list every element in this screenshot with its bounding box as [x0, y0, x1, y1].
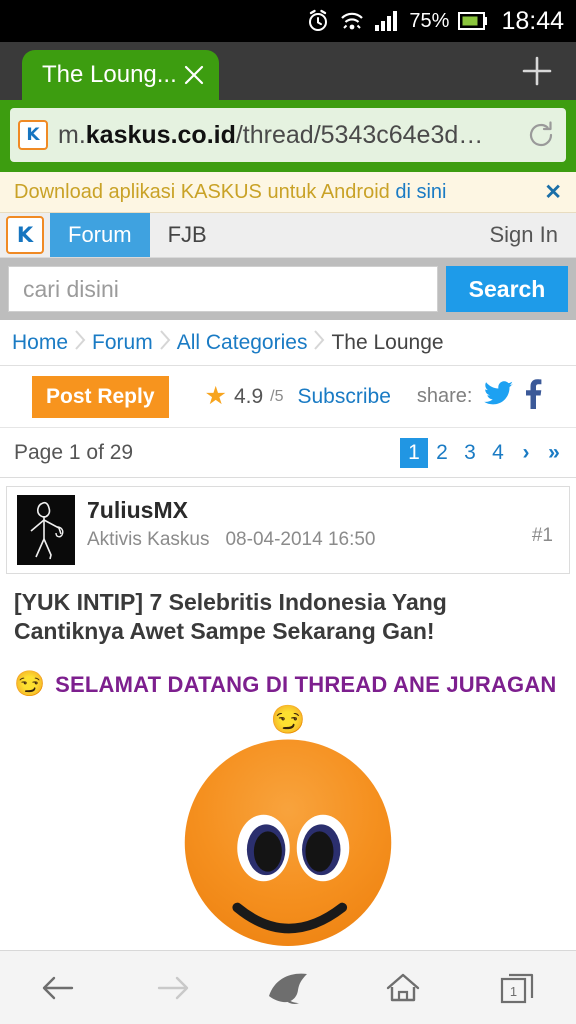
close-icon[interactable]: ✕	[544, 180, 562, 205]
rating-max: /5	[270, 387, 284, 405]
next-page-icon[interactable]: ›	[512, 438, 540, 468]
smirk-emoji-icon: 😏	[270, 703, 306, 735]
url-bar[interactable]: K m.kaskus.co.id/thread/5343c64e3d…	[10, 108, 566, 162]
clock-label: 18:44	[501, 6, 564, 35]
post-reply-button[interactable]: Post Reply	[32, 375, 169, 418]
search-row: cari disini Search	[0, 258, 576, 320]
svg-text:1: 1	[510, 984, 517, 999]
app-banner-link[interactable]: di sini	[395, 181, 446, 203]
share-icons	[484, 379, 542, 414]
chevron-right-icon	[159, 329, 171, 357]
reload-icon[interactable]	[526, 120, 556, 150]
breadcrumb-item-forum[interactable]: Forum	[92, 331, 153, 355]
app-banner-prefix: Download aplikasi KASKUS untuk Android	[14, 180, 396, 203]
url-bar-container: K m.kaskus.co.id/thread/5343c64e3d…	[0, 100, 576, 172]
post-number: #1	[531, 525, 553, 546]
breadcrumb-item-home[interactable]: Home	[12, 331, 68, 355]
thread-title: [YUK INTIP] 7 Selebritis Indonesia Yang …	[14, 589, 447, 644]
welcome-line: 😏 SELAMAT DATANG DI THREAD ANE JURAGAN	[14, 672, 562, 698]
pagination: 1 2 3 4 › »	[400, 437, 568, 468]
page-link-1[interactable]: 1	[400, 437, 428, 468]
search-button[interactable]: Search	[446, 266, 568, 312]
breadcrumb-item-the-lounge: The Lounge	[331, 330, 444, 354]
rating-value: 4.9	[233, 384, 264, 408]
post-card: 7uliusMX Aktivis Kaskus 08-04-2014 16:50…	[6, 486, 570, 574]
facebook-icon[interactable]	[524, 379, 542, 414]
chevron-right-icon	[74, 329, 86, 357]
post-rank: Aktivis Kaskus	[87, 529, 210, 550]
chevron-right-icon	[313, 329, 325, 357]
close-icon[interactable]	[183, 64, 205, 86]
smirk-emoji-icon: 😏	[14, 670, 46, 698]
dolphin-icon[interactable]	[258, 963, 318, 1013]
post-timestamp: 08-04-2014 16:50	[225, 529, 376, 550]
poster-info: 7uliusMX Aktivis Kaskus 08-04-2014 16:50	[87, 495, 532, 551]
thread-action-row: Post Reply ★ 4.9 /5 Subscribe share:	[0, 366, 576, 428]
page-link-4[interactable]: 4	[484, 438, 512, 468]
app-banner-text: Download aplikasi KASKUS untuk Android d…	[14, 181, 446, 204]
url-prefix: m.	[58, 120, 86, 149]
screen: 75% 18:44 The Loung... K m.kaskus.co.id/…	[0, 0, 576, 1024]
site-nav: K Forum FJB Sign In	[0, 213, 576, 258]
nav-item-fjb[interactable]: FJB	[150, 213, 225, 257]
android-status-bar: 75% 18:44	[0, 0, 576, 42]
thread-rating: ★ 4.9 /5	[205, 384, 284, 409]
post-username[interactable]: 7uliusMX	[87, 497, 188, 523]
post-body: [YUK INTIP] 7 Selebritis Indonesia Yang …	[0, 574, 576, 946]
page-link-2[interactable]: 2	[428, 438, 456, 468]
browser-tab[interactable]: The Loung...	[22, 50, 219, 100]
pagination-row: Page 1 of 29 1 2 3 4 › »	[0, 428, 576, 478]
battery-icon	[458, 11, 488, 31]
twitter-icon[interactable]	[484, 381, 514, 412]
last-page-icon[interactable]: »	[540, 438, 568, 468]
url-host: kaskus.co.id	[85, 120, 236, 149]
big-smiley-image: 😏	[14, 703, 562, 946]
kaskus-favicon-icon: K	[18, 120, 48, 150]
battery-percent-label: 75%	[409, 9, 450, 32]
tabs-icon[interactable]: 1	[488, 963, 548, 1013]
browser-tab-strip: The Loung...	[0, 42, 576, 100]
url-text[interactable]: m.kaskus.co.id/thread/5343c64e3d…	[58, 121, 516, 150]
back-icon[interactable]	[28, 963, 88, 1013]
web-page: Download aplikasi KASKUS untuk Android d…	[0, 172, 576, 946]
url-path: /thread/5343c64e3d…	[235, 120, 484, 149]
avatar[interactable]	[17, 495, 75, 565]
wifi-icon	[339, 10, 365, 32]
orange-smiley-face-icon	[184, 739, 392, 946]
forward-icon	[143, 963, 203, 1013]
nav-item-forum[interactable]: Forum	[50, 213, 150, 257]
search-input[interactable]: cari disini	[8, 266, 438, 312]
subscribe-link[interactable]: Subscribe	[298, 385, 391, 409]
alarm-icon	[306, 9, 330, 33]
sign-in-link[interactable]: Sign In	[472, 213, 576, 257]
star-icon: ★	[204, 382, 227, 410]
browser-tab-title: The Loung...	[42, 61, 177, 88]
app-download-banner: Download aplikasi KASKUS untuk Android d…	[0, 172, 576, 213]
kaskus-logo-icon[interactable]: K	[6, 216, 44, 254]
share-label: share:	[416, 385, 473, 407]
browser-bottom-nav: 1	[0, 950, 576, 1024]
signal-icon	[374, 10, 400, 32]
breadcrumb-item-all-categories[interactable]: All Categories	[177, 331, 308, 355]
page-label: Page 1 of 29	[14, 440, 134, 464]
welcome-text: SELAMAT DATANG DI THREAD ANE JURAGAN	[55, 671, 557, 697]
post-meta: Aktivis Kaskus 08-04-2014 16:50	[87, 529, 532, 551]
breadcrumb: Home Forum All Categories The Lounge	[0, 320, 576, 366]
page-link-3[interactable]: 3	[456, 438, 484, 468]
home-icon[interactable]	[373, 963, 433, 1013]
post-header: 7uliusMX Aktivis Kaskus 08-04-2014 16:50…	[7, 487, 569, 573]
new-tab-icon[interactable]	[520, 54, 554, 88]
